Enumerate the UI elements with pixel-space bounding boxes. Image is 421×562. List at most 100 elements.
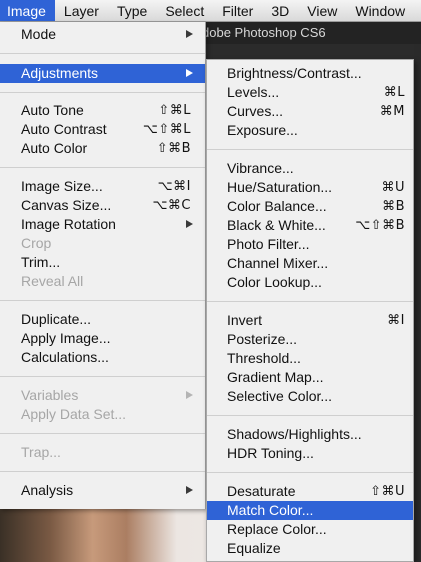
- menu-item-shortcut: ⌘B: [382, 199, 405, 214]
- menu-item-apply-data-set[interactable]: Apply Data Set...: [0, 405, 205, 424]
- submenu-arrow-icon: [186, 391, 193, 399]
- menu-item-label: Duplicate...: [21, 311, 92, 327]
- menu-item-label: Desaturate: [227, 483, 296, 499]
- menu-item-label: Shadows/Highlights...: [227, 426, 362, 442]
- menu-item-label: Auto Color: [21, 140, 88, 156]
- menu-item-label: Posterize...: [227, 331, 298, 347]
- menu-item-posterize[interactable]: Posterize...: [207, 330, 413, 349]
- menu-separator: [0, 471, 205, 472]
- menu-item-label: Color Lookup...: [227, 274, 322, 290]
- menu-item-label: Brightness/Contrast...: [227, 65, 362, 81]
- menu-separator: [0, 376, 205, 377]
- submenu-arrow-icon: [186, 220, 193, 228]
- menu-item-levels[interactable]: Levels... ⌘L: [207, 83, 413, 102]
- menu-item-auto-color[interactable]: Auto Color ⇧⌘B: [0, 139, 205, 158]
- menu-window[interactable]: Window: [346, 0, 414, 21]
- submenu-arrow-icon: [186, 69, 193, 77]
- menu-select[interactable]: Select: [156, 0, 213, 21]
- menu-item-apply-image[interactable]: Apply Image...: [0, 329, 205, 348]
- menu-item-shortcut: ⌥⇧⌘L: [142, 122, 191, 137]
- menu-item-analysis[interactable]: Analysis: [0, 481, 205, 500]
- document-title-bar: dobe Photoshop CS6: [200, 22, 421, 44]
- menu-item-label: Selective Color...: [227, 388, 333, 404]
- menu-item-label: Vibrance...: [227, 160, 294, 176]
- menu-item-vibrance[interactable]: Vibrance...: [207, 159, 413, 178]
- menu-image[interactable]: Image: [0, 0, 55, 21]
- menu-item-match-color[interactable]: Match Color...: [207, 501, 413, 520]
- menu-item-label: Calculations...: [21, 349, 109, 365]
- menu-item-replace-color[interactable]: Replace Color...: [207, 520, 413, 539]
- adjustments-submenu: Brightness/Contrast... Levels... ⌘L Curv…: [206, 59, 414, 562]
- menu-type[interactable]: Type: [108, 0, 156, 21]
- menu-item-variables[interactable]: Variables: [0, 386, 205, 405]
- menu-item-shortcut: ⇧⌘B: [156, 141, 191, 156]
- menu-separator: [207, 415, 413, 416]
- menu-item-label: Adjustments: [21, 65, 99, 81]
- menu-item-label: Hue/Saturation...: [227, 179, 333, 195]
- menu-item-mode[interactable]: Mode: [0, 25, 205, 44]
- menu-item-label: Curves...: [227, 103, 284, 119]
- menu-item-shortcut: ⌘M: [379, 104, 405, 119]
- menu-item-duplicate[interactable]: Duplicate...: [0, 310, 205, 329]
- menu-3d[interactable]: 3D: [262, 0, 298, 21]
- submenu-arrow-icon: [186, 486, 193, 494]
- menu-item-reveal-all[interactable]: Reveal All: [0, 272, 205, 291]
- menu-item-label: HDR Toning...: [227, 445, 314, 461]
- menu-item-hue-saturation[interactable]: Hue/Saturation... ⌘U: [207, 178, 413, 197]
- menu-item-color-lookup[interactable]: Color Lookup...: [207, 273, 413, 292]
- menu-separator: [0, 92, 205, 93]
- menu-item-equalize[interactable]: Equalize: [207, 539, 413, 558]
- menu-separator: [207, 301, 413, 302]
- menu-item-adjustments[interactable]: Adjustments: [0, 64, 205, 83]
- menu-filter[interactable]: Filter: [213, 0, 262, 21]
- menu-item-image-size[interactable]: Image Size... ⌥⌘I: [0, 177, 205, 196]
- menu-separator: [0, 433, 205, 434]
- menu-item-crop[interactable]: Crop: [0, 234, 205, 253]
- menu-item-black-white[interactable]: Black & White... ⌥⇧⌘B: [207, 216, 413, 235]
- menu-item-curves[interactable]: Curves... ⌘M: [207, 102, 413, 121]
- menu-separator: [207, 149, 413, 150]
- menu-item-trim[interactable]: Trim...: [0, 253, 205, 272]
- menu-item-auto-contrast[interactable]: Auto Contrast ⌥⇧⌘L: [0, 120, 205, 139]
- menu-separator: [0, 300, 205, 301]
- menu-item-selective-color[interactable]: Selective Color...: [207, 387, 413, 406]
- menu-item-calculations[interactable]: Calculations...: [0, 348, 205, 367]
- menu-item-label: Auto Tone: [21, 102, 84, 118]
- menu-item-trap[interactable]: Trap...: [0, 443, 205, 462]
- menu-item-invert[interactable]: Invert ⌘I: [207, 311, 413, 330]
- menu-item-image-rotation[interactable]: Image Rotation: [0, 215, 205, 234]
- menu-separator: [0, 167, 205, 168]
- menu-item-label: Color Balance...: [227, 198, 327, 214]
- menu-item-gradient-map[interactable]: Gradient Map...: [207, 368, 413, 387]
- menu-item-shortcut: ⌥⇧⌘B: [355, 218, 405, 233]
- menu-item-label: Equalize: [227, 540, 281, 556]
- menu-item-label: Trap...: [21, 444, 61, 460]
- menu-item-hdr-toning[interactable]: HDR Toning...: [207, 444, 413, 463]
- menu-item-desaturate[interactable]: Desaturate ⇧⌘U: [207, 482, 413, 501]
- menu-item-brightness-contrast[interactable]: Brightness/Contrast...: [207, 64, 413, 83]
- menu-item-label: Photo Filter...: [227, 236, 310, 252]
- menu-item-label: Exposure...: [227, 122, 298, 138]
- menu-item-label: Levels...: [227, 84, 280, 100]
- menu-item-canvas-size[interactable]: Canvas Size... ⌥⌘C: [0, 196, 205, 215]
- menu-bar: Image Layer Type Select Filter 3D View W…: [0, 0, 421, 22]
- menu-item-label: Replace Color...: [227, 521, 327, 537]
- menu-item-shortcut: ⌘I: [387, 313, 405, 328]
- menu-item-threshold[interactable]: Threshold...: [207, 349, 413, 368]
- menu-item-shadows-highlights[interactable]: Shadows/Highlights...: [207, 425, 413, 444]
- menu-item-color-balance[interactable]: Color Balance... ⌘B: [207, 197, 413, 216]
- menu-item-label: Reveal All: [21, 273, 84, 289]
- window-title: dobe Photoshop CS6: [202, 25, 326, 40]
- menu-item-label: Mode: [21, 26, 57, 42]
- menu-item-exposure[interactable]: Exposure...: [207, 121, 413, 140]
- submenu-arrow-icon: [186, 30, 193, 38]
- menu-item-channel-mixer[interactable]: Channel Mixer...: [207, 254, 413, 273]
- menu-layer[interactable]: Layer: [55, 0, 108, 21]
- menu-item-label: Canvas Size...: [21, 197, 112, 213]
- menu-item-auto-tone[interactable]: Auto Tone ⇧⌘L: [0, 101, 205, 120]
- menu-item-photo-filter[interactable]: Photo Filter...: [207, 235, 413, 254]
- menu-view[interactable]: View: [298, 0, 346, 21]
- menu-item-shortcut: ⌥⌘C: [152, 198, 191, 213]
- menu-item-label: Trim...: [21, 254, 61, 270]
- menu-item-label: Channel Mixer...: [227, 255, 329, 271]
